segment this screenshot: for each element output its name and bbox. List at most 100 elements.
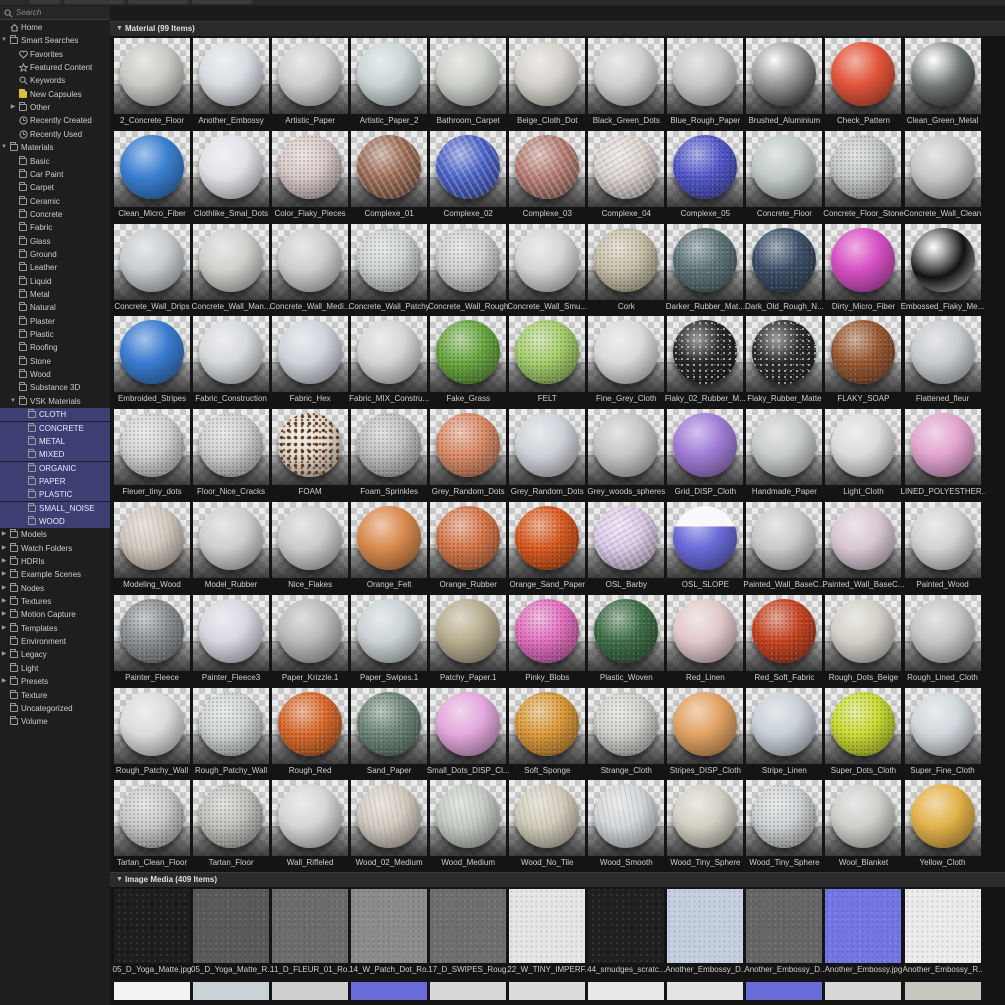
toolbar-tab[interactable] — [128, 0, 188, 4]
material-thumbnail[interactable] — [825, 780, 902, 857]
material-item[interactable]: Small_Dots_DISP_Cl... — [427, 687, 510, 781]
material-thumbnail[interactable] — [351, 223, 428, 300]
material-item[interactable]: Wood_Medium — [430, 780, 507, 873]
material-item[interactable]: Complexe_01 — [351, 130, 428, 224]
material-item[interactable]: Floor_Nice_Cracks — [193, 409, 270, 502]
material-item[interactable]: Flaky_02_Rubber_M... — [665, 316, 746, 409]
material-item[interactable]: Grey_woods_spheres — [587, 409, 665, 502]
sidebar-item-legacy[interactable]: ▶ Legacy — [0, 648, 110, 661]
material-thumbnail[interactable] — [746, 409, 823, 486]
chevron-right-icon[interactable]: ▶ — [1, 528, 7, 541]
material-thumbnail[interactable] — [509, 223, 586, 300]
sidebar-item-car-paint[interactable]: Car Paint — [0, 168, 110, 181]
sidebar-item-glass[interactable]: Glass — [0, 235, 110, 248]
sidebar-item-carpet[interactable]: Carpet — [0, 181, 110, 194]
material-thumbnail[interactable] — [825, 409, 902, 486]
material-item[interactable]: 2_Concrete_Floor — [114, 38, 190, 131]
material-thumbnail[interactable] — [351, 594, 428, 671]
material-thumbnail[interactable] — [430, 409, 507, 486]
image-thumbnail[interactable] — [825, 982, 902, 1000]
image-thumbnail[interactable] — [114, 982, 190, 1000]
material-thumbnail[interactable] — [667, 223, 744, 300]
material-thumbnail[interactable] — [430, 780, 507, 857]
image-thumbnail[interactable] — [588, 982, 665, 1000]
material-thumbnail[interactable] — [509, 780, 586, 857]
sidebar-item-fabric[interactable]: Fabric — [0, 221, 110, 234]
material-item[interactable]: Clean_Micro_Fiber — [114, 130, 190, 224]
material-thumbnail[interactable] — [272, 316, 349, 393]
material-thumbnail[interactable] — [193, 316, 270, 393]
material-item[interactable]: Rough_Dots_Beige — [825, 594, 902, 688]
material-thumbnail[interactable] — [588, 594, 665, 671]
material-thumbnail[interactable] — [351, 780, 428, 857]
sidebar-item-textures[interactable]: ▶ Textures — [0, 595, 110, 608]
material-thumbnail[interactable] — [351, 130, 428, 207]
sidebar-item-plastic[interactable]: Plastic — [0, 328, 110, 341]
material-item[interactable]: Tartan_Floor — [193, 780, 270, 873]
material-item[interactable]: Artistic_Paper_2 — [351, 38, 428, 131]
material-item[interactable]: Super_Fine_Cloth — [904, 687, 981, 781]
sidebar-item-basic[interactable]: Basic — [0, 155, 110, 168]
image-thumbnail[interactable] — [667, 982, 744, 1000]
image-thumbnail[interactable] — [351, 982, 428, 1000]
sidebar-item-organic[interactable]: ORGANIC — [0, 461, 110, 475]
material-thumbnail[interactable] — [114, 594, 190, 671]
material-thumbnail[interactable] — [272, 502, 349, 578]
material-item[interactable]: Concrete_Floor — [746, 130, 823, 224]
sidebar-item-concrete[interactable]: CONCRETE — [0, 421, 110, 435]
material-item[interactable]: Concrete_Floor_Stone — [823, 130, 904, 224]
material-thumbnail[interactable] — [509, 594, 586, 671]
material-item[interactable]: Painter_Fleece — [114, 594, 190, 688]
material-item[interactable]: Embroided_Stripes — [114, 316, 190, 409]
material-item[interactable]: Fabric_Construction — [193, 316, 270, 409]
material-thumbnail[interactable] — [904, 780, 981, 857]
image-thumbnail[interactable] — [272, 982, 349, 1000]
material-item[interactable]: Yellow_Cloth — [904, 780, 981, 873]
material-thumbnail[interactable] — [588, 38, 665, 114]
sidebar-item-light[interactable]: Light — [0, 662, 110, 675]
material-item[interactable]: Clothlike_Smal_Dots — [193, 130, 270, 224]
sidebar-item-favorites[interactable]: Favorites — [0, 48, 110, 61]
material-thumbnail[interactable] — [272, 38, 349, 114]
material-item[interactable]: FELT — [509, 316, 586, 409]
image-thumbnail[interactable] — [193, 982, 270, 1000]
material-thumbnail[interactable] — [825, 130, 902, 207]
material-item[interactable]: Red_Soft_Fabric — [746, 594, 823, 688]
material-item[interactable]: Orange_Sand_Paper — [509, 502, 586, 595]
material-item[interactable]: Concrete_Wall_Clean — [904, 130, 981, 224]
material-thumbnail[interactable] — [825, 502, 902, 578]
sidebar-item-vsk-materials[interactable]: ▼ VSK Materials — [0, 395, 110, 408]
material-item[interactable]: Embossed_Flaky_Me... — [901, 223, 984, 317]
material-thumbnail[interactable] — [588, 223, 665, 300]
material-item[interactable]: Grey_Random_Dots — [430, 409, 507, 502]
material-item[interactable]: Tartan_Clean_Floor — [114, 780, 190, 873]
material-item[interactable]: Flaky_Rubber_Matte — [746, 316, 823, 409]
material-thumbnail[interactable] — [193, 594, 270, 671]
sidebar-item-recently-used[interactable]: Recently Used — [0, 128, 110, 141]
sidebar-item-small-noise[interactable]: SMALL_NOISE — [0, 501, 110, 515]
material-item[interactable]: Darker_Rubber_Mat... — [666, 223, 745, 317]
chevron-right-icon[interactable]: ▶ — [1, 542, 7, 555]
sidebar-item-ground[interactable]: Ground — [0, 248, 110, 261]
material-thumbnail[interactable] — [746, 130, 823, 207]
material-thumbnail[interactable] — [272, 223, 349, 300]
material-thumbnail[interactable] — [114, 316, 190, 393]
sidebar-item-plaster[interactable]: Plaster — [0, 315, 110, 328]
sidebar-item-roofing[interactable]: Roofing — [0, 341, 110, 354]
sidebar-item-nodes[interactable]: ▶ Nodes — [0, 582, 110, 595]
sidebar-item-other[interactable]: ▶ Other — [0, 101, 110, 114]
chevron-right-icon[interactable]: ▶ — [1, 595, 7, 608]
material-item[interactable]: Grey_Random_Dots — [509, 409, 586, 502]
material-thumbnail[interactable] — [114, 38, 190, 114]
chevron-right-icon[interactable]: ▶ — [1, 622, 7, 635]
image-thumbnail[interactable] — [825, 889, 902, 963]
material-thumbnail[interactable] — [825, 316, 902, 393]
sidebar-item-wood[interactable]: Wood — [0, 368, 110, 381]
chevron-down-icon[interactable]: ▼ — [10, 395, 16, 408]
material-thumbnail[interactable] — [351, 38, 428, 114]
material-item[interactable]: Concrete_Wall_Smu... — [507, 223, 587, 317]
material-item[interactable]: Grid_DISP_Cloth — [667, 409, 744, 502]
material-thumbnail[interactable] — [430, 594, 507, 671]
material-item[interactable]: Strange_Cloth — [588, 687, 665, 781]
material-item[interactable]: Rough_Patchy_Wall — [114, 687, 190, 781]
